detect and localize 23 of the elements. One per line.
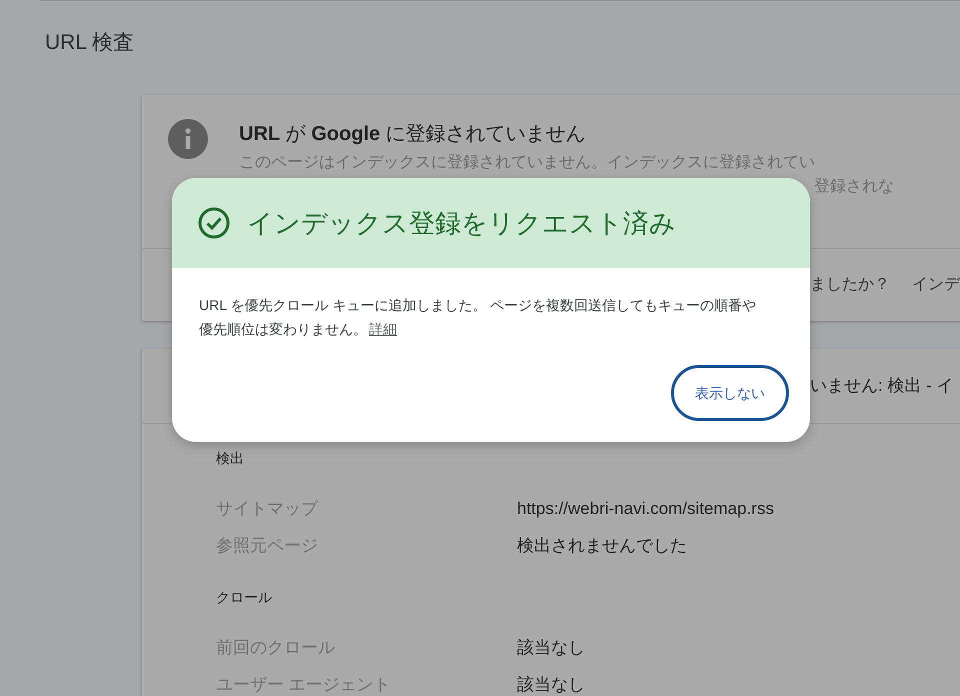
dialog-title: インデックス登録をリクエスト済み [247, 206, 676, 240]
dialog-message: URL を優先クロール キューに追加しました。 ページを複数回送信してもキューの順番や優先順位は変わりません。詳細 [199, 296, 757, 339]
row-label: ユーザー エージェント [216, 674, 392, 696]
row-label: サイトマップ [216, 498, 320, 520]
info-icon [168, 118, 208, 158]
row-label: 前回のクロール [216, 637, 336, 660]
row-value: 検出されませんでした [517, 535, 687, 558]
section-title: クロール [216, 588, 272, 606]
check-circle-icon [198, 207, 230, 239]
details-header: いません: 検出 - イ [810, 374, 954, 397]
page-title: URL 検査 [45, 30, 134, 56]
row-label: 参照元ページ [216, 535, 319, 558]
row-value: https://webri-navi.com/sitemap.rss [517, 498, 774, 520]
status-description: このページはインデックスに登録されていません。インデックスに登録されてい [239, 152, 815, 172]
status-title: URL が Google に登録されていません [239, 122, 586, 146]
footer-text: ましたか？ [810, 274, 890, 294]
status-description: 登録されな [814, 176, 894, 196]
details-link[interactable]: 詳細 [369, 321, 397, 337]
dismiss-button[interactable]: 表示しない [671, 365, 789, 421]
row-value: 該当なし [517, 637, 585, 660]
footer-text: インデ [912, 274, 960, 294]
row-value: 該当なし [517, 674, 585, 696]
section-title: 検出 [216, 448, 244, 468]
